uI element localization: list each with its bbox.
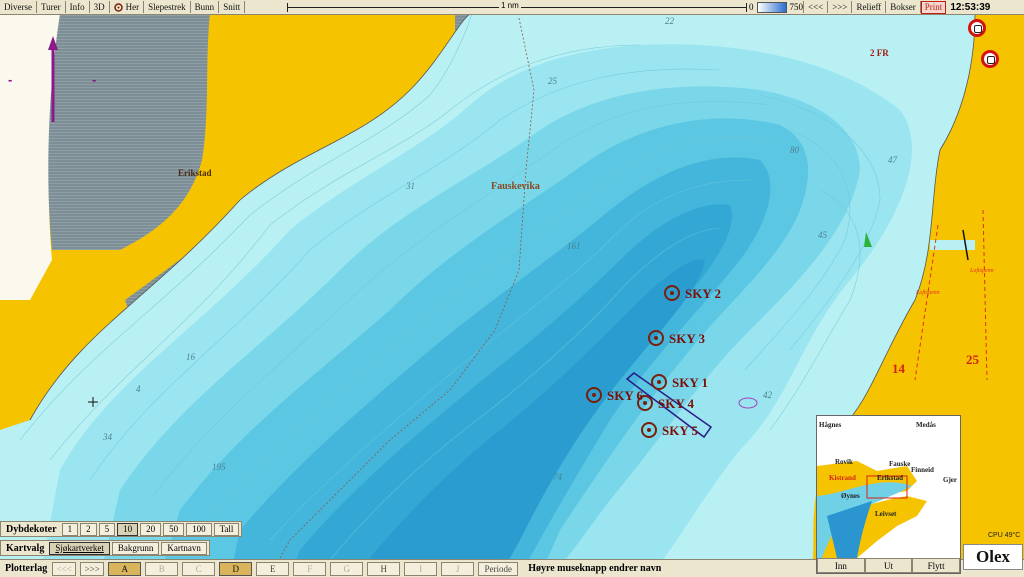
depth-contour-panel: Dybdekoter 1 2 5 10 20 50 100 Tall	[0, 521, 243, 537]
minimap-label: Leivset	[875, 510, 897, 518]
layer-j[interactable]: J	[441, 561, 475, 576]
red-number: 14	[892, 361, 905, 376]
red-number: 25	[966, 352, 979, 367]
minimap-label: Gjer	[943, 476, 957, 484]
chart-option-kartnavn[interactable]: Kartnavn	[161, 541, 207, 555]
bunn-button[interactable]: Bunn	[191, 1, 220, 13]
scale-label: 1 nm	[499, 1, 521, 10]
depth-label: 25	[548, 76, 557, 86]
print-button[interactable]: Print	[920, 0, 947, 14]
depth-label: 45	[818, 230, 827, 240]
depth-label: 16	[186, 352, 195, 362]
layer-a[interactable]: A	[108, 561, 142, 576]
plotter-label: Plotterlag	[5, 563, 48, 574]
depth-option-5[interactable]: 5	[98, 522, 116, 536]
minimap-label: Rovik	[835, 458, 853, 466]
place-2fr: 2 FR	[870, 48, 889, 58]
depth-label: 74	[553, 472, 562, 482]
place-fauskevika: Fauskevika	[491, 181, 540, 192]
depth-scale[interactable]: 0 750	[749, 1, 803, 13]
layer-c[interactable]: C	[182, 561, 216, 576]
layer-i[interactable]: I	[404, 561, 438, 576]
minimap-label: Erikstad	[877, 474, 904, 482]
3d-button[interactable]: 3D	[90, 1, 110, 13]
nav-next-button[interactable]: >>>	[828, 1, 853, 13]
chart-option-sjokartverket[interactable]: Sjøkartverket	[49, 541, 110, 555]
depth-label: 34	[103, 432, 112, 442]
turer-button[interactable]: Turer	[37, 1, 66, 13]
chart-panel-label: Kartvalg	[6, 542, 45, 554]
rename-hint: Høyre museknapp endrer navn	[528, 563, 662, 574]
layer-e[interactable]: E	[256, 561, 290, 576]
depth-option-10[interactable]: 10	[117, 522, 139, 536]
minimap-label: Hågnes	[819, 421, 842, 429]
depth-min: 0	[749, 2, 754, 12]
olex-logo: Olex	[963, 544, 1023, 570]
layer-next-button[interactable]: >>>	[80, 561, 105, 576]
overview-minimap[interactable]: Hågnes Medås Rovik Fauske Finneid Gjer E…	[816, 415, 961, 574]
scale-bar: 1 nm	[287, 1, 747, 13]
minimap-label: Medås	[916, 421, 936, 429]
layer-b[interactable]: B	[145, 561, 179, 576]
place-erikstad: Erikstad	[178, 168, 212, 178]
depth-label: 161	[567, 241, 581, 251]
snitt-button[interactable]: Snitt	[219, 1, 246, 13]
info-button[interactable]: Info	[66, 1, 90, 13]
target-icon	[113, 2, 123, 12]
minimap-label: Fauske	[889, 460, 911, 468]
sky-5-label: SKY 5	[662, 423, 698, 438]
layer-prev-button[interactable]: <<<	[52, 561, 77, 576]
sky-2-label: SKY 2	[685, 286, 721, 301]
chart-option-bakgrunn[interactable]: Bakgrunn	[111, 541, 160, 555]
minimap-label: Øynes	[841, 492, 860, 500]
depth-gradient	[756, 1, 787, 13]
small-red-label: Loftspenn	[970, 268, 994, 274]
depth-option-tall[interactable]: Tall	[213, 522, 240, 536]
relief-button[interactable]: Relieff	[852, 1, 887, 13]
small-red-label: Loftspenn	[916, 290, 940, 296]
depth-label: 22	[665, 16, 674, 26]
sky-6-label: SKY 6	[607, 388, 643, 403]
her-button[interactable]: Her	[110, 1, 145, 13]
layer-d[interactable]: D	[219, 561, 253, 576]
minimap-chart	[817, 416, 960, 558]
nav-prev-button[interactable]: <<<	[803, 1, 829, 13]
cpu-temp: CPU 49°C	[988, 532, 1021, 539]
minimap-label: Kistrand	[829, 474, 856, 482]
her-label: Her	[125, 2, 140, 12]
minimap-zoom-in-button[interactable]: Inn	[817, 558, 865, 573]
depth-option-20[interactable]: 20	[140, 522, 162, 536]
layer-g[interactable]: G	[330, 561, 364, 576]
clock: 12:53:39	[950, 1, 991, 13]
minimap-move-button[interactable]: Flytt	[912, 558, 961, 573]
sky-1-label: SKY 1	[672, 375, 708, 390]
depth-max: 750	[789, 2, 804, 12]
depth-option-50[interactable]: 50	[163, 522, 185, 536]
depth-option-2[interactable]: 2	[80, 522, 97, 536]
minus-label: -	[92, 72, 97, 87]
alarm-icon[interactable]	[981, 50, 999, 68]
minus-label: -	[8, 72, 13, 87]
slepestrek-button[interactable]: Slepestrek	[144, 1, 191, 13]
alarm-icon[interactable]	[968, 19, 986, 37]
depth-label: 42	[763, 390, 772, 400]
depth-option-100[interactable]: 100	[186, 522, 212, 536]
sky-4-label: SKY 4	[658, 396, 694, 411]
minimap-label: Finneid	[911, 466, 934, 474]
depth-option-1[interactable]: 1	[61, 522, 79, 536]
period-button[interactable]: Periode	[478, 561, 519, 576]
boxes-button[interactable]: Bokser	[886, 1, 921, 13]
diverse-button[interactable]: Diverse	[0, 1, 37, 13]
depth-label: 47	[888, 155, 897, 165]
depth-label: 80	[790, 145, 799, 155]
sky-3-label: SKY 3	[669, 331, 705, 346]
chart-choice-panel: Kartvalg Sjøkartverket Bakgrunn Kartnavn	[0, 540, 210, 556]
depth-label: 31	[406, 181, 415, 191]
layer-f[interactable]: F	[293, 561, 327, 576]
depth-label: 195	[212, 462, 226, 472]
depth-label: 4	[136, 384, 141, 394]
layer-h[interactable]: H	[367, 561, 401, 576]
depth-panel-label: Dybdekoter	[6, 523, 57, 535]
minimap-zoom-out-button[interactable]: Ut	[864, 558, 913, 573]
